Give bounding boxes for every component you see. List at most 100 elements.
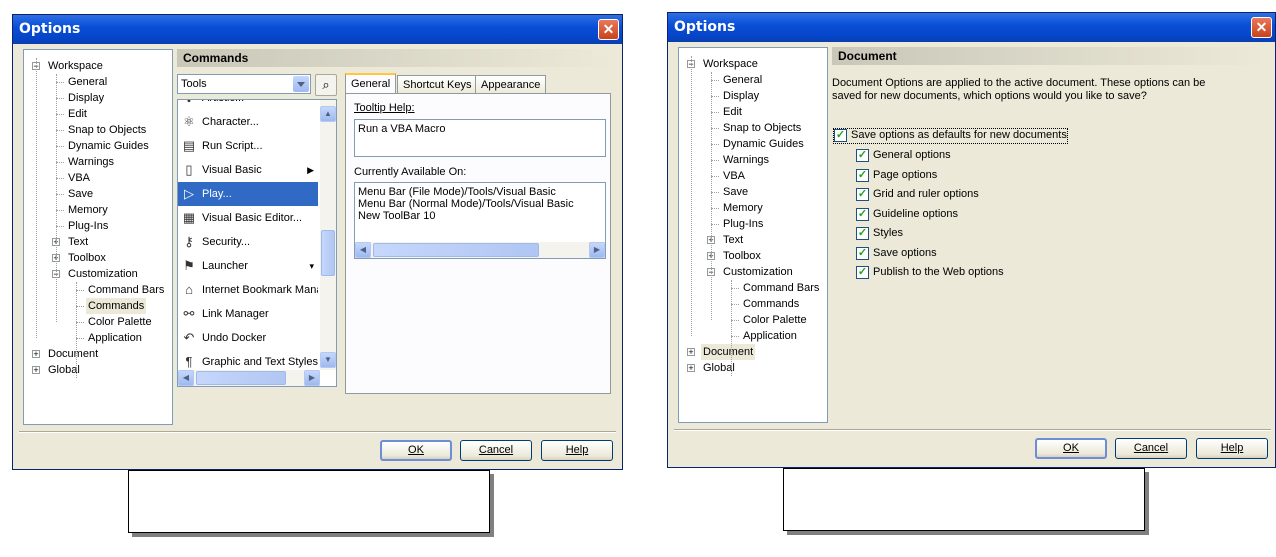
tree-item-edit[interactable]: Edit (66, 106, 89, 122)
command-item[interactable]: ⚑ Launcher ▾ (178, 254, 318, 278)
tree-item-display[interactable]: Display (721, 88, 761, 104)
tab-appearance[interactable]: Appearance (475, 75, 547, 94)
available-hscroll[interactable]: ◀ ▶ (355, 242, 605, 258)
checkbox-box[interactable]: ✓ (856, 168, 869, 182)
tree-item-display[interactable]: Display (66, 90, 106, 106)
option-checkbox[interactable]: ✓ Publish to the Web options (856, 266, 1004, 280)
tree-item-color-palette[interactable]: Color Palette (741, 312, 809, 328)
tree-item-document[interactable]: Document (701, 344, 756, 360)
tree-item-document[interactable]: Document (46, 346, 100, 362)
command-item[interactable]: ▦ Visual Basic Editor... (178, 206, 318, 230)
tree-item-plug-ins[interactable]: Plug-Ins (66, 218, 110, 234)
option-checkbox[interactable]: ✓ Guideline options (856, 207, 958, 222)
command-list[interactable]: ✣ Artistic... ⚛ Character... ▤ Run Script... ▯… (177, 99, 337, 387)
command-item[interactable]: ▤ Run Script... (178, 134, 318, 158)
expand-icon[interactable]: + (32, 366, 40, 375)
checkbox-box[interactable]: ✓ (856, 207, 869, 221)
expand-icon[interactable]: + (687, 364, 695, 373)
tree-item-warnings[interactable]: Warnings (721, 152, 771, 168)
command-item[interactable]: ✣ Artistic... (178, 100, 318, 110)
checkbox-box[interactable]: ✓ (856, 246, 869, 260)
scroll-left-button[interactable]: ◀ (178, 370, 194, 386)
tree-item-command-bars[interactable]: Command Bars (741, 280, 821, 296)
tree-item-save[interactable]: Save (721, 184, 750, 200)
option-checkbox[interactable]: ✓ Save options (856, 246, 937, 261)
tree-item-text[interactable]: Text (721, 232, 745, 248)
command-item[interactable]: ⚯ Link Manager (178, 302, 318, 326)
tree-item-vba[interactable]: VBA (721, 168, 747, 184)
tree-item-edit[interactable]: Edit (721, 104, 744, 120)
command-item[interactable]: ⚛ Character... (178, 110, 318, 134)
tree-item-commands[interactable]: Commands (741, 296, 801, 312)
option-checkbox[interactable]: ✓ General options (856, 149, 951, 163)
help-button[interactable]: Help (541, 440, 613, 461)
command-item[interactable]: ⌂ Internet Bookmark Manager (178, 278, 318, 302)
tree-item-save[interactable]: Save (66, 186, 95, 202)
scroll-up-button[interactable]: ▲ (320, 106, 336, 122)
category-combo[interactable]: Tools (177, 74, 311, 94)
close-button[interactable]: ✕ (1251, 17, 1272, 38)
scroll-down-button[interactable]: ▼ (320, 352, 336, 368)
help-button[interactable]: Help (1196, 438, 1268, 459)
scroll-right-button[interactable]: ▶ (589, 242, 605, 258)
tab-general[interactable]: General (345, 73, 397, 94)
binoculars-icon[interactable]: ⌕ (315, 74, 337, 96)
tree-item-application[interactable]: Application (86, 330, 144, 346)
chevron-down-icon[interactable] (293, 76, 309, 92)
checkbox-box[interactable]: ✓ (856, 149, 869, 162)
tree-item-workspace[interactable]: Workspace (46, 58, 105, 74)
ok-button[interactable]: OK (380, 440, 452, 461)
checkbox-box[interactable]: ✓ (834, 129, 847, 142)
scroll-thumb[interactable] (321, 230, 335, 276)
tab-shortcut-keys[interactable]: Shortcut Keys (397, 75, 478, 94)
tooltip-help-field[interactable]: Run a VBA Macro (354, 119, 606, 157)
tree-item-snap-to-objects[interactable]: Snap to Objects (721, 120, 803, 136)
cancel-button[interactable]: Cancel (1115, 438, 1187, 459)
title-bar[interactable]: Options ✕ (13, 15, 622, 44)
command-item[interactable]: ▷ Play... (178, 182, 318, 206)
close-button[interactable]: ✕ (598, 19, 619, 40)
tree-item-text[interactable]: Text (66, 234, 90, 250)
hscroll-thumb[interactable] (196, 371, 286, 385)
command-item[interactable]: ▯ Visual Basic ▶ (178, 158, 318, 182)
currently-available-list[interactable]: Menu Bar (File Mode)/Tools/Visual Basic … (354, 182, 606, 259)
checkbox-box[interactable]: ✓ (856, 188, 869, 201)
title-bar[interactable]: Options ✕ (668, 13, 1275, 42)
checkbox-box[interactable]: ✓ (856, 266, 869, 279)
option-checkbox[interactable]: ✓ Page options (856, 168, 937, 183)
hscroll-thumb[interactable] (373, 243, 539, 257)
command-item[interactable]: ↶ Undo Docker (178, 326, 318, 350)
scroll-right-button[interactable]: ▶ (304, 370, 320, 386)
tree-item-command-bars[interactable]: Command Bars (86, 282, 166, 298)
option-checkbox[interactable]: ✓ Grid and ruler options (856, 188, 979, 202)
tree-item-memory[interactable]: Memory (66, 202, 110, 218)
checkbox-box[interactable]: ✓ (856, 227, 869, 240)
tree-item-general[interactable]: General (721, 72, 764, 88)
ok-button[interactable]: OK (1035, 438, 1107, 459)
tree-item-dynamic-guides[interactable]: Dynamic Guides (66, 138, 151, 154)
tree-item-vba[interactable]: VBA (66, 170, 92, 186)
cancel-button[interactable]: Cancel (460, 440, 532, 461)
command-item[interactable]: ⚷ Security... (178, 230, 318, 254)
tree-item-application[interactable]: Application (741, 328, 799, 344)
tree-item-plug-ins[interactable]: Plug-Ins (721, 216, 765, 232)
tree-item-general[interactable]: General (66, 74, 109, 90)
command-list-vscroll[interactable]: ▲ ▼ (320, 100, 336, 370)
tree-item-customization[interactable]: Customization (721, 264, 795, 280)
options-tree[interactable]: Workspace − General Display Edit Snap to Obje… (678, 47, 828, 423)
tree-item-customization[interactable]: Customization (66, 266, 140, 282)
tree-item-snap-to-objects[interactable]: Snap to Objects (66, 122, 148, 138)
tree-item-color-palette[interactable]: Color Palette (86, 314, 154, 330)
tree-item-dynamic-guides[interactable]: Dynamic Guides (721, 136, 806, 152)
expand-icon[interactable]: + (687, 348, 695, 357)
option-checkbox[interactable]: ✓ Styles (856, 227, 903, 241)
tree-item-toolbox[interactable]: Toolbox (721, 248, 763, 264)
options-tree[interactable]: Workspace − General Display Edit Snap to Obje… (23, 49, 173, 425)
tree-item-workspace[interactable]: Workspace (701, 56, 760, 72)
command-list-hscroll[interactable]: ◀ ▶ (178, 370, 320, 386)
tree-item-warnings[interactable]: Warnings (66, 154, 116, 170)
tree-item-toolbox[interactable]: Toolbox (66, 250, 108, 266)
tree-item-commands[interactable]: Commands (86, 298, 147, 314)
master-checkbox[interactable]: ✓ Save options as defaults for new docum… (833, 128, 1068, 144)
scroll-left-button[interactable]: ◀ (355, 242, 371, 258)
